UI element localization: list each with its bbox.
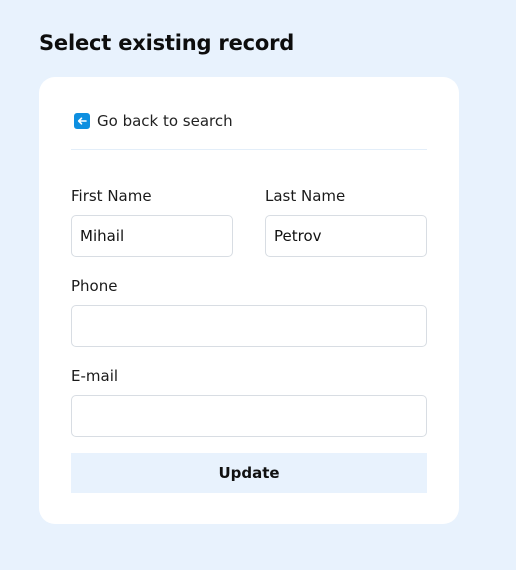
first-name-input[interactable] — [71, 215, 233, 257]
record-card: Go back to search First Name Last Name P… — [39, 77, 459, 524]
email-label: E-mail — [71, 367, 119, 385]
phone-input[interactable] — [71, 305, 427, 347]
arrow-left-icon — [74, 113, 90, 129]
phone-label: Phone — [71, 277, 118, 295]
go-back-link[interactable]: Go back to search — [74, 112, 233, 130]
divider — [71, 149, 427, 150]
page-title: Select existing record — [39, 31, 295, 55]
email-input[interactable] — [71, 395, 427, 437]
last-name-input[interactable] — [265, 215, 427, 257]
last-name-label: Last Name — [265, 187, 346, 205]
first-name-label: First Name — [71, 187, 152, 205]
go-back-label: Go back to search — [97, 112, 233, 130]
update-button[interactable]: Update — [71, 453, 427, 493]
